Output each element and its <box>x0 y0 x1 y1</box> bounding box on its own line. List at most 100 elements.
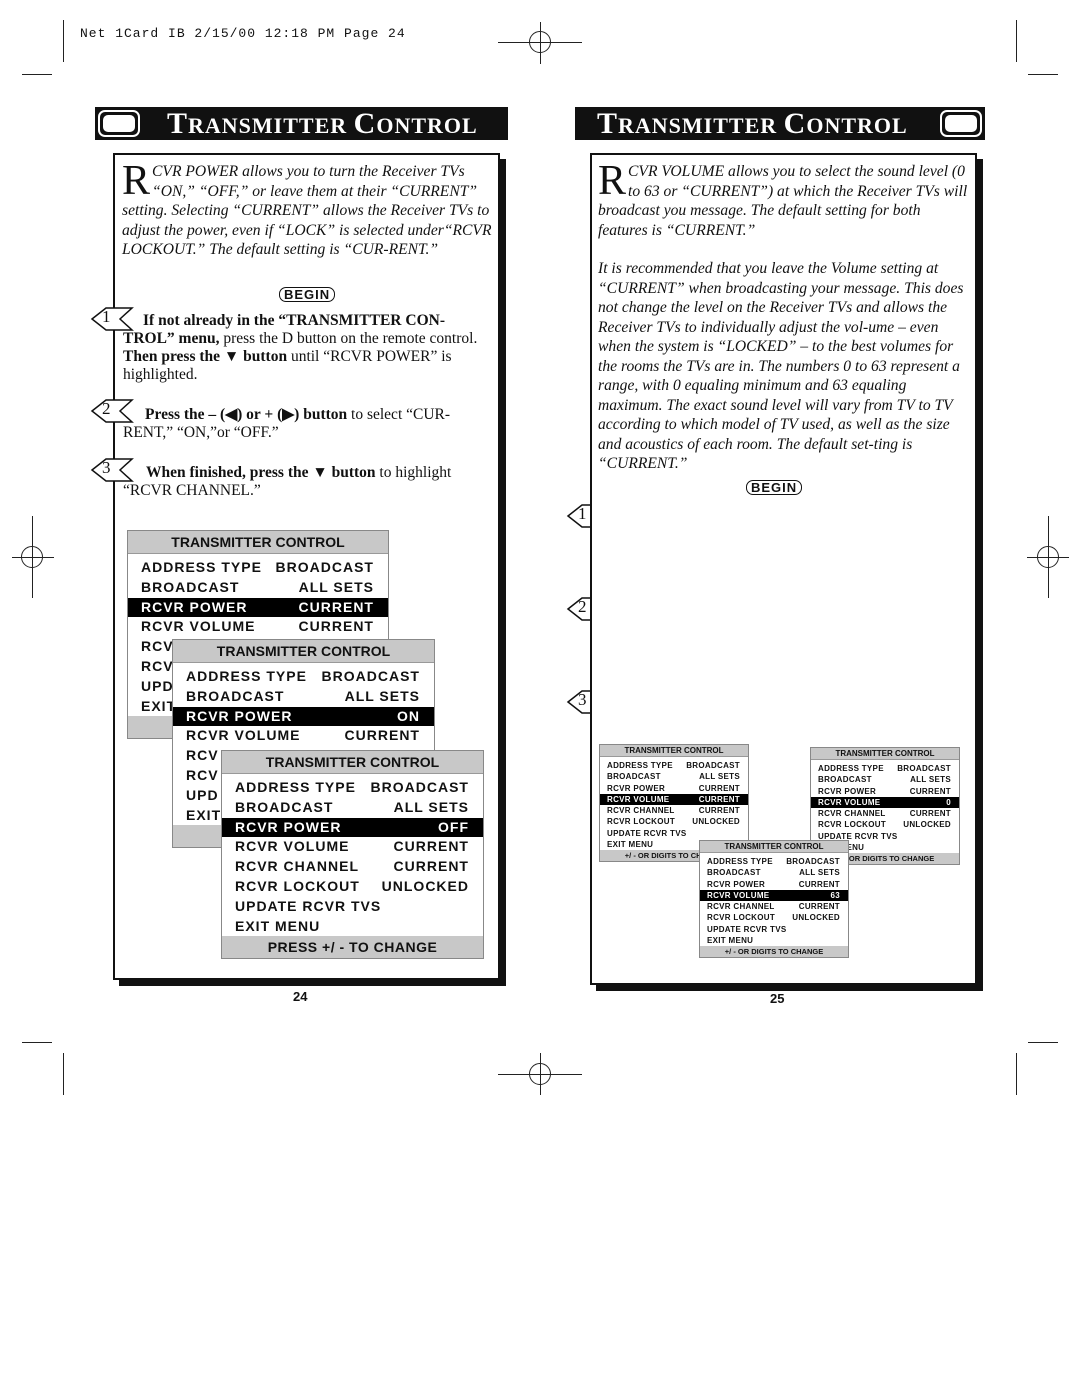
menu-row[interactable]: ADDRESS TYPE BROADCAST <box>173 667 434 687</box>
menu-item-label: UPDATE RCVR TVS <box>235 897 382 914</box>
menu-row[interactable]: RCVR CHANNEL CURRENT <box>811 808 959 819</box>
tv-icon <box>98 110 140 137</box>
menu-item-value: CURRENT <box>298 618 374 635</box>
menu-title: TRANSMITTER CONTROL <box>222 751 483 774</box>
crop-mark <box>63 1053 64 1095</box>
tv-icon <box>940 110 982 137</box>
step-1: If not already in the “TRANSMITTER CON-T… <box>123 312 495 384</box>
menu-item-label: RCVR CHANNEL <box>235 858 359 875</box>
menu-item-label: RCVR LOCKOUT <box>607 817 676 827</box>
header-text: T <box>597 107 619 140</box>
menu-row[interactable]: BROADCAST ALL SETS <box>600 771 748 782</box>
menu-item-value: UNLOCKED <box>903 820 951 830</box>
menu-row[interactable]: RCVR POWER OFF <box>222 817 483 838</box>
menu-row[interactable]: UPDATE RCVR TVS <box>222 897 483 917</box>
drop-cap: R <box>122 158 151 204</box>
crop-mark <box>1027 557 1069 558</box>
menu-row[interactable]: ADDRESS TYPE BROADCAST <box>128 558 388 578</box>
menu-item-value: BROADCAST <box>897 764 951 773</box>
menu-item-label: RCV <box>141 638 174 655</box>
menu-item-label: RCVR VOLUME <box>818 797 881 807</box>
step-number: 1 <box>578 504 587 523</box>
menu-row[interactable]: BROADCAST ALL SETS <box>700 867 848 878</box>
menu-row[interactable]: BROADCAST ALL SETS <box>128 578 388 598</box>
crop-mark <box>1028 74 1058 75</box>
menu-footer: +/ - OR DIGITS TO CHANGE <box>700 946 848 958</box>
menu-row[interactable]: RCVR POWER CURRENT <box>700 879 848 890</box>
recommendation-paragraph: It is recommended that you leave the Vol… <box>598 260 964 472</box>
menu-title: TRANSMITTER CONTROL <box>173 640 434 663</box>
menu-item-label: RCVR VOLUME <box>186 727 301 744</box>
menu-item-label: RCVR POWER <box>141 598 248 615</box>
menu-row[interactable]: RCVR LOCKOUT UNLOCKED <box>222 877 483 897</box>
intro-text: CVR VOLUME allows you to select the soun… <box>598 163 968 239</box>
menu-item-label: RCVR CHANNEL <box>707 902 775 912</box>
menu-title: TRANSMITTER CONTROL <box>128 531 388 554</box>
menu-footer: PRESS +/ - TO CHANGE <box>222 936 483 959</box>
section-header: TRANSMITTER CONTROL <box>575 107 985 140</box>
menu-item-label: RCVR POWER <box>186 707 293 724</box>
menu-row[interactable]: RCVR POWER CURRENT <box>128 597 388 618</box>
menu-row[interactable]: ADDRESS TYPE BROADCAST <box>600 760 748 771</box>
menu-row[interactable]: RCVR POWER CURRENT <box>811 786 959 797</box>
menu-item-label: RCV <box>141 657 174 674</box>
menu-item-value: CURRENT <box>298 598 374 615</box>
menu-item-value: CURRENT <box>393 858 469 875</box>
crop-mark <box>1028 1042 1058 1043</box>
menu-row[interactable]: ADDRESS TYPE BROADCAST <box>222 778 483 798</box>
menu-row[interactable]: EXIT MENU <box>700 935 848 946</box>
menu-row[interactable]: RCVR CHANNEL CURRENT <box>700 901 848 912</box>
menu-item-label: BROADCAST <box>141 578 240 595</box>
menu-row[interactable]: BROADCAST ALL SETS <box>173 687 434 707</box>
menu-item-label: RCVR CHANNEL <box>818 809 886 819</box>
menu-row[interactable]: RCVR POWER ON <box>173 706 434 727</box>
menu-row[interactable]: RCVR POWER CURRENT <box>600 783 748 794</box>
menu-row[interactable]: RCVR LOCKOUT UNLOCKED <box>811 819 959 830</box>
menu-item-value: CURRENT <box>909 809 951 819</box>
menu-row[interactable]: RCVR VOLUME 0 <box>811 796 959 809</box>
menu-row[interactable]: RCVR VOLUME CURRENT <box>222 837 483 857</box>
drop-cap: R <box>598 158 627 204</box>
menu-row[interactable]: UPDATE RCVR TVS <box>700 924 848 935</box>
header-text: ONTROL <box>806 113 908 138</box>
step-text: Press the – (◀) or + (▶) button <box>145 406 348 423</box>
menu-item-label: RCVR POWER <box>818 786 877 796</box>
menu-item-value: BROADCAST <box>370 779 469 795</box>
begin-badge: BEGIN <box>279 287 336 302</box>
menu-item-value: BROADCAST <box>275 559 374 575</box>
menu-row[interactable]: RCVR VOLUME 63 <box>700 889 848 902</box>
menu-row[interactable]: RCVR CHANNEL CURRENT <box>600 805 748 816</box>
menu-item-label: ADDRESS TYPE <box>235 779 356 795</box>
menu-row[interactable]: EXIT MENU <box>222 917 483 937</box>
menu-row[interactable]: RCVR LOCKOUT UNLOCKED <box>600 816 748 827</box>
menu-row[interactable]: UPDATE RCVR TVS <box>600 828 748 839</box>
menu-item-label: BROADCAST <box>186 687 285 704</box>
menu-row[interactable]: RCVR LOCKOUT UNLOCKED <box>700 912 848 923</box>
menu-item-value: ALL SETS <box>699 772 740 782</box>
menu-item-value: BROADCAST <box>321 668 420 684</box>
menu-title: TRANSMITTER CONTROL <box>700 841 848 853</box>
transmitter-control-menu: TRANSMITTER CONTROL ADDRESS TYPE BROADCAST… <box>699 840 849 959</box>
menu-item-label: RCVR POWER <box>607 783 666 793</box>
menu-row[interactable]: RCVR CHANNEL CURRENT <box>222 857 483 877</box>
header-text: C <box>783 107 807 140</box>
crop-mark <box>1016 20 1017 62</box>
menu-item-value: 0 <box>946 797 951 807</box>
transmitter-control-menu: TRANSMITTER CONTROL ADDRESS TYPE BROADCAST… <box>221 750 484 960</box>
menu-row[interactable]: BROADCAST ALL SETS <box>811 774 959 785</box>
menu-item-label: UPD <box>141 677 174 694</box>
menu-row[interactable]: RCVR VOLUME CURRENT <box>173 726 434 746</box>
menu-row[interactable]: ADDRESS TYPE BROADCAST <box>811 763 959 774</box>
menu-item-value: CURRENT <box>909 786 951 796</box>
menu-row[interactable]: RCVR VOLUME CURRENT <box>600 793 748 806</box>
menu-row[interactable]: RCVR VOLUME CURRENT <box>128 617 388 637</box>
menu-item-label: RCVR CHANNEL <box>607 806 675 816</box>
print-slug: Net 1Card IB 2/15/00 12:18 PM Page 24 <box>80 26 406 41</box>
menu-item-label: BROADCAST <box>707 868 761 878</box>
section-header: TRANSMITTER CONTROL <box>95 107 508 140</box>
menu-row[interactable]: BROADCAST ALL SETS <box>222 798 483 818</box>
menu-item-label: ADDRESS TYPE <box>141 559 262 575</box>
header-text: ONTROL <box>376 113 478 138</box>
crop-mark <box>22 1042 52 1043</box>
menu-row[interactable]: ADDRESS TYPE BROADCAST <box>700 856 848 867</box>
